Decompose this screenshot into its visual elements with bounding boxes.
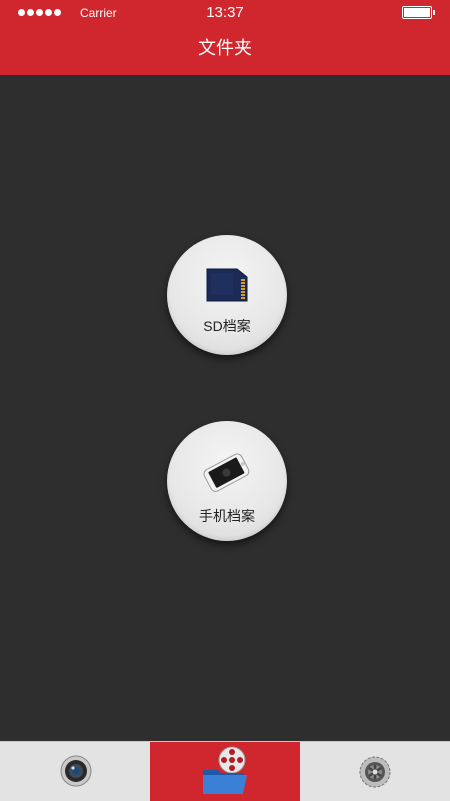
status-bar: Carrier 13:37 xyxy=(0,0,450,26)
tab-camera[interactable] xyxy=(0,742,150,801)
sd-card-icon xyxy=(206,268,248,302)
folder-film-icon xyxy=(203,746,247,794)
battery-icon xyxy=(402,6,435,19)
status-time: 13:37 xyxy=(206,4,244,21)
sd-files-button[interactable]: SD档案 xyxy=(167,235,287,355)
page-title: 文件夹 xyxy=(198,38,252,58)
phone-files-label: 手机档案 xyxy=(199,508,255,524)
header-bar: Carrier 13:37 文件夹 xyxy=(0,0,450,75)
sd-files-label: SD档案 xyxy=(203,318,251,334)
smartphone-icon xyxy=(203,453,250,492)
phone-files-button[interactable]: 手机档案 xyxy=(167,421,287,541)
camera-lens-icon xyxy=(60,755,92,787)
tab-settings[interactable] xyxy=(300,742,450,801)
tab-bar xyxy=(0,741,450,801)
gear-icon xyxy=(359,756,391,788)
tab-files[interactable] xyxy=(150,742,300,801)
